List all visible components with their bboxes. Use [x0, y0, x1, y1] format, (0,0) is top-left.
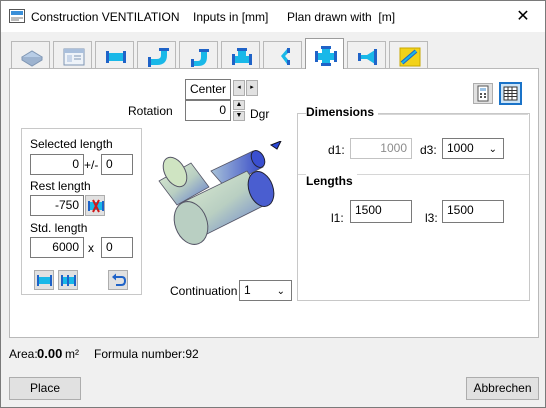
table-view-button[interactable]: [499, 82, 522, 105]
title-bar: Construction VENTILATION Inputs in [mm] …: [1, 1, 545, 32]
chevron-down-icon: ⌄: [488, 144, 497, 155]
dimensions-group: Dimensions d1: 1000 d3: 1000 ⌄ Lengths l…: [297, 105, 530, 301]
dimensions-title: Dimensions: [306, 105, 379, 119]
rotation-position-field[interactable]: Center: [185, 79, 231, 100]
formula-number: Formula number:92: [94, 347, 199, 361]
selected-length-label: Selected length: [30, 137, 113, 151]
tab-cross[interactable]: [305, 38, 344, 69]
d3-label: d3:: [420, 143, 437, 157]
plan-unit-info: Plan drawn with [m]: [287, 10, 396, 24]
d3-value: 1000: [447, 141, 474, 155]
bend-icon: [148, 48, 169, 67]
table-view-icon: [503, 86, 518, 101]
tee-icon: [232, 48, 252, 65]
tab-flat-duct[interactable]: [11, 41, 50, 69]
inputs-unit-info: Inputs in [mm]: [193, 10, 269, 24]
std-count-field[interactable]: 0: [101, 237, 133, 258]
place-button[interactable]: Place: [9, 377, 81, 400]
lengths-title: Lengths: [306, 174, 357, 188]
times-label: x: [88, 241, 94, 255]
lengths-calc-box: Selected length 0 +/- 0 Rest length -750…: [21, 128, 142, 295]
l1-field[interactable]: 1500: [350, 200, 412, 223]
tab-reducer[interactable]: [347, 41, 386, 69]
reducer-icon: [358, 49, 377, 65]
dialog-window: Construction VENTILATION Inputs in [mm] …: [0, 0, 546, 408]
cross-fitting-preview: [158, 141, 282, 245]
duct-cut-icon: [88, 199, 104, 213]
area-label: Area:: [9, 347, 38, 361]
rotation-down-button[interactable]: ▼: [233, 111, 245, 121]
table-icon: [63, 48, 85, 66]
flexible-duct-icon: [399, 47, 421, 67]
insert-duct-button[interactable]: [34, 270, 54, 290]
area-unit: m²: [65, 347, 79, 361]
undo-icon: [112, 273, 127, 286]
calculator-view-button[interactable]: [473, 83, 493, 104]
std-length-field[interactable]: 6000: [30, 237, 84, 258]
continuation-label: Continuation: [170, 284, 238, 298]
tolerance-label: +/-: [84, 158, 99, 172]
window-title: Construction VENTILATION: [31, 10, 180, 24]
close-button[interactable]: ✕: [513, 6, 533, 26]
insert-duct-std-button[interactable]: [58, 270, 78, 290]
fitting-tabs: [9, 38, 537, 69]
straight-duct-icon: [106, 51, 126, 63]
area-value: 0.00: [37, 346, 63, 361]
l3-label: l3:: [425, 211, 438, 225]
clear-rest-length-button[interactable]: [85, 195, 105, 216]
tab-wye[interactable]: [263, 41, 302, 69]
tolerance-field[interactable]: 0: [101, 154, 133, 175]
calculator-icon: [477, 85, 489, 102]
d1-field[interactable]: 1000: [350, 138, 412, 159]
d3-select[interactable]: 1000 ⌄: [442, 138, 504, 159]
offset-bend-icon: [191, 49, 209, 67]
undo-button[interactable]: [108, 270, 128, 290]
rotation-value-field[interactable]: 0: [185, 100, 231, 121]
rest-length-field[interactable]: -750: [30, 195, 84, 216]
cross-fitting-panel: Center ◂ ▸ Rotation 0 ▲ ▼ Dgr Selected l…: [9, 68, 539, 338]
cross-icon: [315, 46, 337, 66]
rotation-up-button[interactable]: ▲: [233, 100, 245, 110]
tab-bend[interactable]: [137, 41, 176, 69]
rotation-right-button[interactable]: ▸: [246, 80, 258, 96]
d1-label: d1:: [328, 143, 345, 157]
cancel-button[interactable]: Abbrechen: [466, 377, 539, 400]
tab-flexible-duct[interactable]: [389, 41, 428, 69]
tab-table[interactable]: [53, 41, 92, 69]
tab-offset-bend[interactable]: [179, 41, 218, 69]
app-icon: [9, 9, 25, 23]
rotation-unit-label: Dgr: [250, 107, 270, 121]
wye-icon: [281, 48, 290, 65]
continuation-select[interactable]: 1 ⌄: [239, 280, 292, 301]
rest-length-label: Rest length: [30, 179, 91, 193]
l1-label: l1:: [331, 211, 344, 225]
straight-duct-small-icon: [37, 275, 52, 286]
tab-straight-duct[interactable]: [95, 41, 134, 69]
std-length-label: Std. length: [30, 221, 88, 235]
l3-field[interactable]: 1500: [442, 200, 504, 223]
chevron-down-icon: ⌄: [276, 286, 285, 297]
flat-duct-icon: [21, 50, 43, 67]
tab-tee[interactable]: [221, 41, 260, 69]
rotation-left-button[interactable]: ◂: [233, 80, 245, 96]
rotation-label: Rotation: [128, 104, 173, 118]
selected-length-field[interactable]: 0: [30, 154, 84, 175]
continuation-value: 1: [244, 283, 251, 297]
straight-duct-small-icon: [61, 275, 76, 286]
